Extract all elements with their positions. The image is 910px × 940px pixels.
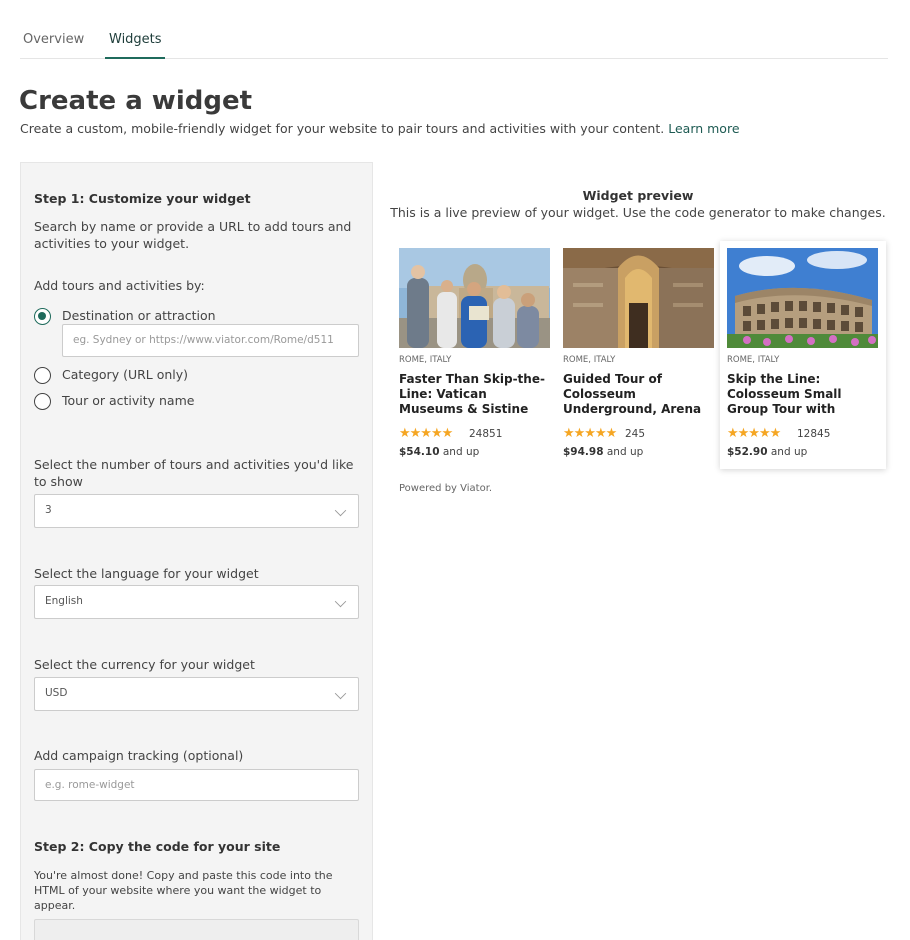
- embed-code-box[interactable]: [34, 919, 359, 940]
- currency-select[interactable]: USD: [34, 677, 359, 711]
- currency-label: Select the currency for your widget: [34, 657, 255, 672]
- star-rating-icon: ★★★★★: [727, 426, 781, 441]
- step1-title: Step 1: Customize your widget: [34, 191, 251, 206]
- campaign-label: Add campaign tracking (optional): [34, 748, 244, 763]
- powered-by-viator: Powered by Viator.: [399, 483, 493, 494]
- review-count: 12845: [797, 428, 831, 440]
- count-select[interactable]: 3: [34, 494, 359, 528]
- learn-more-link[interactable]: Learn more: [668, 121, 739, 136]
- radio-category-label: Category (URL only): [62, 367, 189, 382]
- tab-bar: Overview Widgets: [20, 22, 888, 59]
- star-rating-icon: ★★★★★: [399, 426, 453, 441]
- radio-tour-name[interactable]: [34, 393, 51, 410]
- price-suffix: and up: [606, 446, 644, 458]
- review-count: 245: [625, 428, 646, 440]
- tab-widgets[interactable]: Widgets: [109, 32, 162, 47]
- tour-image: [563, 248, 714, 348]
- tab-overview[interactable]: Overview: [23, 32, 84, 47]
- price-value: $52.90: [727, 446, 768, 458]
- price-value: $94.98: [563, 446, 604, 458]
- tour-image: [399, 248, 550, 348]
- tour-title[interactable]: Faster Than Skip-the-Line: Vatican Museu…: [399, 372, 551, 417]
- page-subtitle: Create a custom, mobile-friendly widget …: [20, 121, 740, 136]
- language-label: Select the language for your widget: [34, 566, 259, 581]
- chevron-down-icon: [334, 504, 347, 517]
- radio-destination[interactable]: [34, 308, 51, 325]
- count-label: Select the number of tours and activitie…: [34, 457, 354, 489]
- count-select-value: 3: [45, 504, 52, 516]
- page-title: Create a widget: [19, 86, 253, 116]
- active-tab-indicator: [105, 57, 165, 59]
- preview-subtitle: This is a live preview of your widget. U…: [390, 205, 886, 220]
- tour-location: ROME, ITALY: [727, 355, 780, 365]
- preview-title: Widget preview: [582, 188, 694, 203]
- tour-card[interactable]: ROME, ITALY Guided Tour of Colosseum Und…: [556, 241, 722, 469]
- tour-title[interactable]: Guided Tour of Colosseum Underground, Ar…: [563, 372, 715, 417]
- tour-image: [727, 248, 878, 348]
- step2-title: Step 2: Copy the code for your site: [34, 839, 281, 854]
- tour-price: $52.90 and up: [727, 446, 807, 458]
- tour-title[interactable]: Skip the Line: Colosseum Small Group Tou…: [727, 372, 879, 417]
- radio-tour-name-label: Tour or activity name: [62, 393, 195, 408]
- price-suffix: and up: [770, 446, 808, 458]
- tour-location: ROME, ITALY: [399, 355, 452, 365]
- tour-location: ROME, ITALY: [563, 355, 616, 365]
- step2-text: You're almost done! Copy and paste this …: [34, 869, 333, 912]
- step1-intro: Search by name or provide a URL to add t…: [34, 219, 352, 251]
- price-suffix: and up: [442, 446, 480, 458]
- chevron-down-icon: [334, 595, 347, 608]
- currency-select-value: USD: [45, 687, 68, 699]
- radio-destination-label: Destination or attraction: [62, 308, 216, 323]
- review-count: 24851: [469, 428, 503, 440]
- radio-category[interactable]: [34, 367, 51, 384]
- page-subtitle-text: Create a custom, mobile-friendly widget …: [20, 121, 665, 136]
- tour-card[interactable]: ROME, ITALY Faster Than Skip-the-Line: V…: [392, 241, 558, 469]
- price-value: $54.10: [399, 446, 440, 458]
- destination-input[interactable]: eg. Sydney or https://www.viator.com/Rom…: [62, 324, 359, 357]
- add-by-label: Add tours and activities by:: [34, 278, 205, 293]
- language-select[interactable]: English: [34, 585, 359, 619]
- language-select-value: English: [45, 595, 83, 607]
- star-rating-icon: ★★★★★: [563, 426, 617, 441]
- tour-price: $54.10 and up: [399, 446, 479, 458]
- campaign-input[interactable]: e.g. rome-widget: [34, 769, 359, 801]
- customize-panel: Step 1: Customize your widget Search by …: [20, 162, 373, 940]
- chevron-down-icon: [334, 687, 347, 700]
- tour-card[interactable]: ROME, ITALY Skip the Line: Colosseum Sma…: [720, 241, 886, 469]
- tour-price: $94.98 and up: [563, 446, 643, 458]
